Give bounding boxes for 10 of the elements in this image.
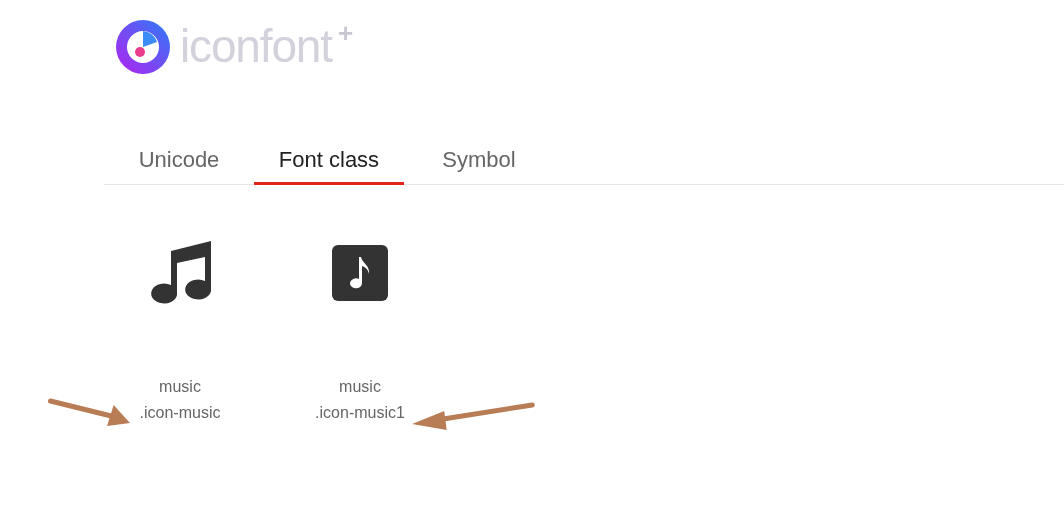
icon-name: music (159, 377, 201, 397)
tab[interactable]: Font class (254, 137, 404, 185)
music-note-square-icon (332, 244, 388, 301)
tab[interactable]: Symbol (404, 137, 554, 185)
icon-name: music (339, 377, 381, 397)
tab[interactable]: Unicode (104, 137, 254, 185)
icon-class-name: .icon-music (139, 403, 221, 423)
logo-plus: + (337, 20, 354, 46)
logo-icon (116, 20, 170, 74)
icon-class-name: .icon-music1 (315, 403, 405, 423)
